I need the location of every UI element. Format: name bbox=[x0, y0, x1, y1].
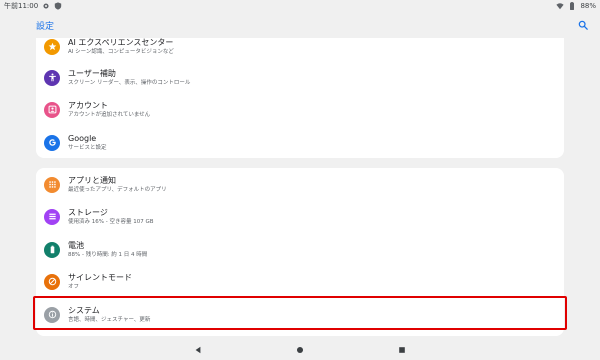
item-title: AI エクスペリエンスセンター bbox=[68, 38, 174, 47]
google-icon bbox=[44, 134, 60, 151]
settings-item-google[interactable]: Google サービスと設定 bbox=[36, 126, 564, 158]
status-bar: 午前11:00 88% bbox=[0, 0, 600, 12]
back-icon[interactable] bbox=[192, 344, 204, 356]
settings-card-2: アプリと通知 最近使ったアプリ、デフォルトのアプリ ストレージ 使用済み 16%… bbox=[36, 168, 564, 336]
apps-icon bbox=[44, 176, 60, 193]
shield-icon bbox=[54, 2, 62, 10]
settings-item-accounts[interactable]: アカウント アカウントが追加されていません bbox=[36, 93, 564, 126]
settings-item-accessibility[interactable]: ユーザー補助 スクリーン リーダー、表示、操作のコントロール bbox=[36, 61, 564, 94]
item-subtitle: サービスと設定 bbox=[68, 145, 107, 151]
search-icon[interactable] bbox=[576, 18, 590, 32]
recents-icon[interactable] bbox=[396, 344, 408, 356]
item-subtitle: 88% - 残り時間: 約 1 日 4 時間 bbox=[68, 252, 148, 258]
item-subtitle: 最近使ったアプリ、デフォルトのアプリ bbox=[68, 187, 167, 193]
item-title: システム bbox=[68, 306, 100, 315]
settings-item-storage[interactable]: ストレージ 使用済み 16% - 空き容量 107 GB bbox=[36, 200, 564, 233]
item-title: ストレージ bbox=[68, 208, 108, 217]
battery-status-icon bbox=[568, 2, 576, 10]
item-title: 電池 bbox=[68, 241, 84, 250]
app-bar: 設定 bbox=[0, 12, 600, 38]
do-not-disturb-icon bbox=[44, 273, 60, 290]
item-title: Google bbox=[68, 134, 97, 143]
info-icon bbox=[44, 306, 60, 323]
item-subtitle: オフ bbox=[68, 284, 80, 290]
item-subtitle: AI シーン認識、コンピュータビジョンなど bbox=[68, 49, 174, 55]
item-title: ユーザー補助 bbox=[68, 69, 116, 78]
item-subtitle: 使用済み 16% - 空き容量 107 GB bbox=[68, 219, 154, 225]
settings-card-1: AI エクスペリエンスセンター AI シーン認識、コンピュータビジョンなど ユー… bbox=[36, 38, 564, 158]
battery-percent: 88% bbox=[580, 2, 596, 10]
item-title: サイレントモード bbox=[68, 273, 132, 282]
settings-item-system[interactable]: システム 言語、時間、ジェスチャー、更新 bbox=[36, 298, 564, 331]
item-subtitle: アカウントが追加されていません bbox=[68, 112, 151, 118]
home-icon[interactable] bbox=[294, 344, 306, 356]
wifi-icon bbox=[556, 2, 565, 10]
settings-item-apps[interactable]: アプリと通知 最近使ったアプリ、デフォルトのアプリ bbox=[36, 168, 564, 201]
star-icon bbox=[44, 38, 60, 55]
item-title: アカウント bbox=[68, 101, 108, 110]
status-time: 午前11:00 bbox=[4, 2, 39, 10]
accessibility-icon bbox=[44, 69, 60, 86]
settings-item-do-not-disturb[interactable]: サイレントモード オフ bbox=[36, 265, 564, 298]
gear-icon bbox=[42, 2, 50, 10]
item-title: アプリと通知 bbox=[68, 176, 116, 185]
account-icon bbox=[44, 101, 60, 118]
item-subtitle: 言語、時間、ジェスチャー、更新 bbox=[68, 317, 151, 323]
settings-item-ai-experience[interactable]: AI エクスペリエンスセンター AI シーン認識、コンピュータビジョンなど bbox=[36, 38, 564, 63]
item-subtitle: スクリーン リーダー、表示、操作のコントロール bbox=[68, 80, 191, 86]
settings-item-battery[interactable]: 電池 88% - 残り時間: 約 1 日 4 時間 bbox=[36, 233, 564, 266]
navigation-bar bbox=[0, 340, 600, 360]
page-title: 設定 bbox=[36, 21, 55, 32]
battery-icon bbox=[44, 241, 60, 258]
storage-icon bbox=[44, 208, 60, 225]
